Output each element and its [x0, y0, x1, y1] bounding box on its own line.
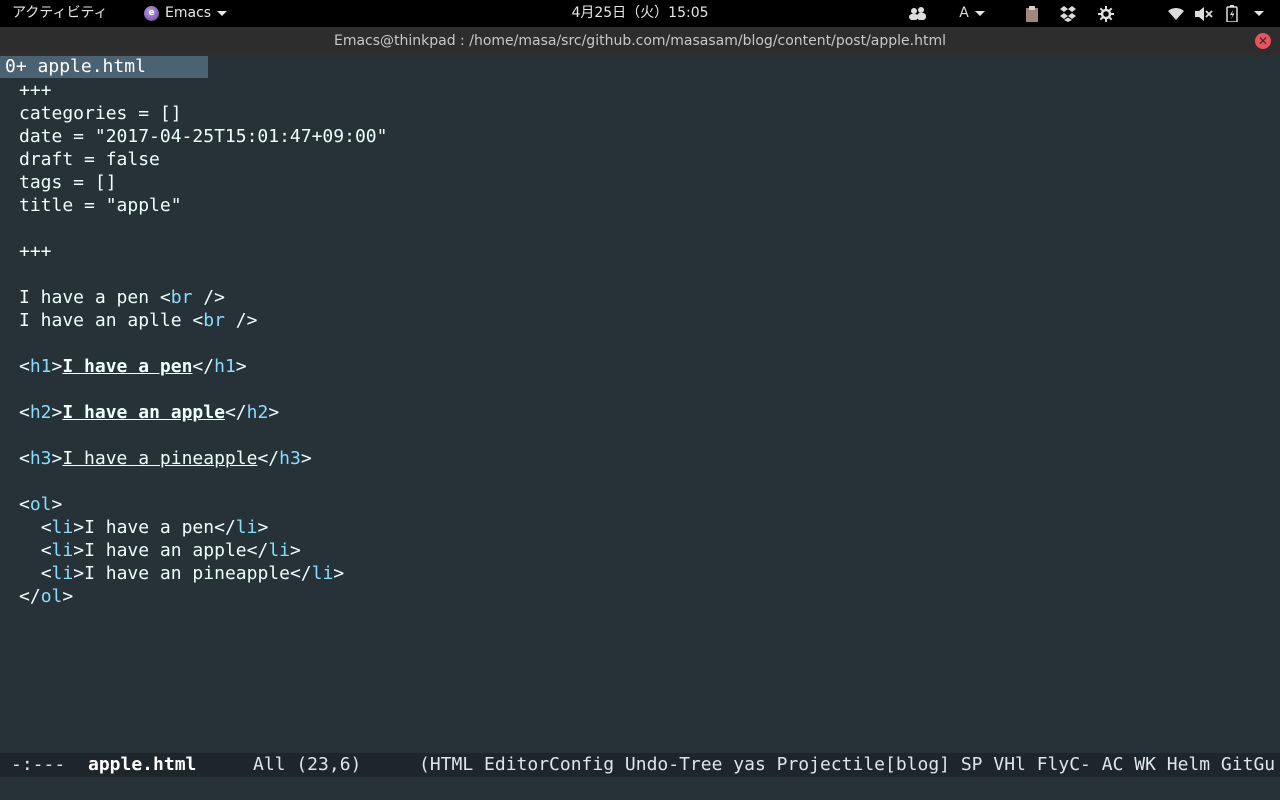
system-menu-icon[interactable] — [1244, 0, 1274, 27]
tab-label: apple.html — [37, 56, 146, 77]
tab-bar: 0+ apple.html — [0, 55, 1280, 78]
mode-line: -:--- apple.html All (23,6) (HTML Editor… — [0, 753, 1280, 777]
code-line: +++ — [19, 241, 52, 262]
code-line: <h2>I have an apple</h2> — [19, 402, 280, 423]
clipboard-icon[interactable] — [1020, 0, 1044, 27]
code-line: <h3>I have a pineapple</h3> — [19, 448, 312, 469]
modeline-buffer-name[interactable]: apple.html — [88, 753, 196, 777]
code-line: title = "apple" — [19, 195, 182, 216]
code-line: <li>I have an apple</li> — [40, 540, 301, 561]
code-line: tags = [] — [19, 172, 117, 193]
code-line: I have a pen <br /> — [19, 287, 225, 308]
input-method-label: A — [959, 5, 969, 21]
modeline-status: -:--- — [11, 754, 66, 775]
input-method-icon[interactable]: A — [942, 0, 1002, 27]
system-tray: A — [904, 0, 1280, 27]
top-bar: アクティビティ e Emacs 4月25日（火）15:05 A — [0, 0, 1280, 27]
window-title-bar[interactable]: Emacs@thinkpad : /home/masa/src/github.c… — [0, 27, 1280, 55]
people-icon[interactable] — [904, 0, 932, 27]
close-icon[interactable]: ✕ — [1255, 33, 1271, 49]
modeline-modes[interactable]: (HTML EditorConfig Undo-Tree yas Project… — [419, 753, 1275, 777]
volume-muted-icon[interactable] — [1192, 0, 1216, 27]
code-line: +++ — [19, 80, 52, 101]
editor-buffer[interactable]: +++ categories = [] date = "2017-04-25T15:… — [0, 78, 1280, 753]
battery-icon[interactable] — [1220, 0, 1244, 27]
modeline-position: All (23,6) — [253, 754, 362, 775]
chevron-down-icon — [1254, 11, 1264, 16]
echo-area — [0, 777, 1280, 800]
window-title: Emacs@thinkpad : /home/masa/src/github.c… — [333, 33, 947, 49]
tab-number: 0+ — [5, 56, 27, 77]
dropbox-icon[interactable] — [1054, 0, 1082, 27]
tab-apple-html[interactable]: 0+ apple.html — [0, 56, 208, 78]
chevron-down-icon — [974, 11, 985, 16]
code-line: date = "2017-04-25T15:01:47+09:00" — [19, 126, 388, 147]
code-line: draft = false — [19, 149, 160, 170]
code-line: categories = [] — [19, 103, 182, 124]
settings-icon[interactable] — [1092, 0, 1120, 27]
code-line: <li>I have a pen</li> — [40, 517, 269, 538]
code-line: <ol> — [19, 494, 63, 515]
code-line: I have an aplle <br /> — [19, 310, 258, 331]
code-line: <h1>I have a pen</h1> — [19, 356, 247, 377]
wifi-icon[interactable] — [1164, 0, 1188, 27]
code-line: <li>I have an pineapple</li> — [40, 563, 345, 584]
code-line: </ol> — [19, 586, 74, 607]
